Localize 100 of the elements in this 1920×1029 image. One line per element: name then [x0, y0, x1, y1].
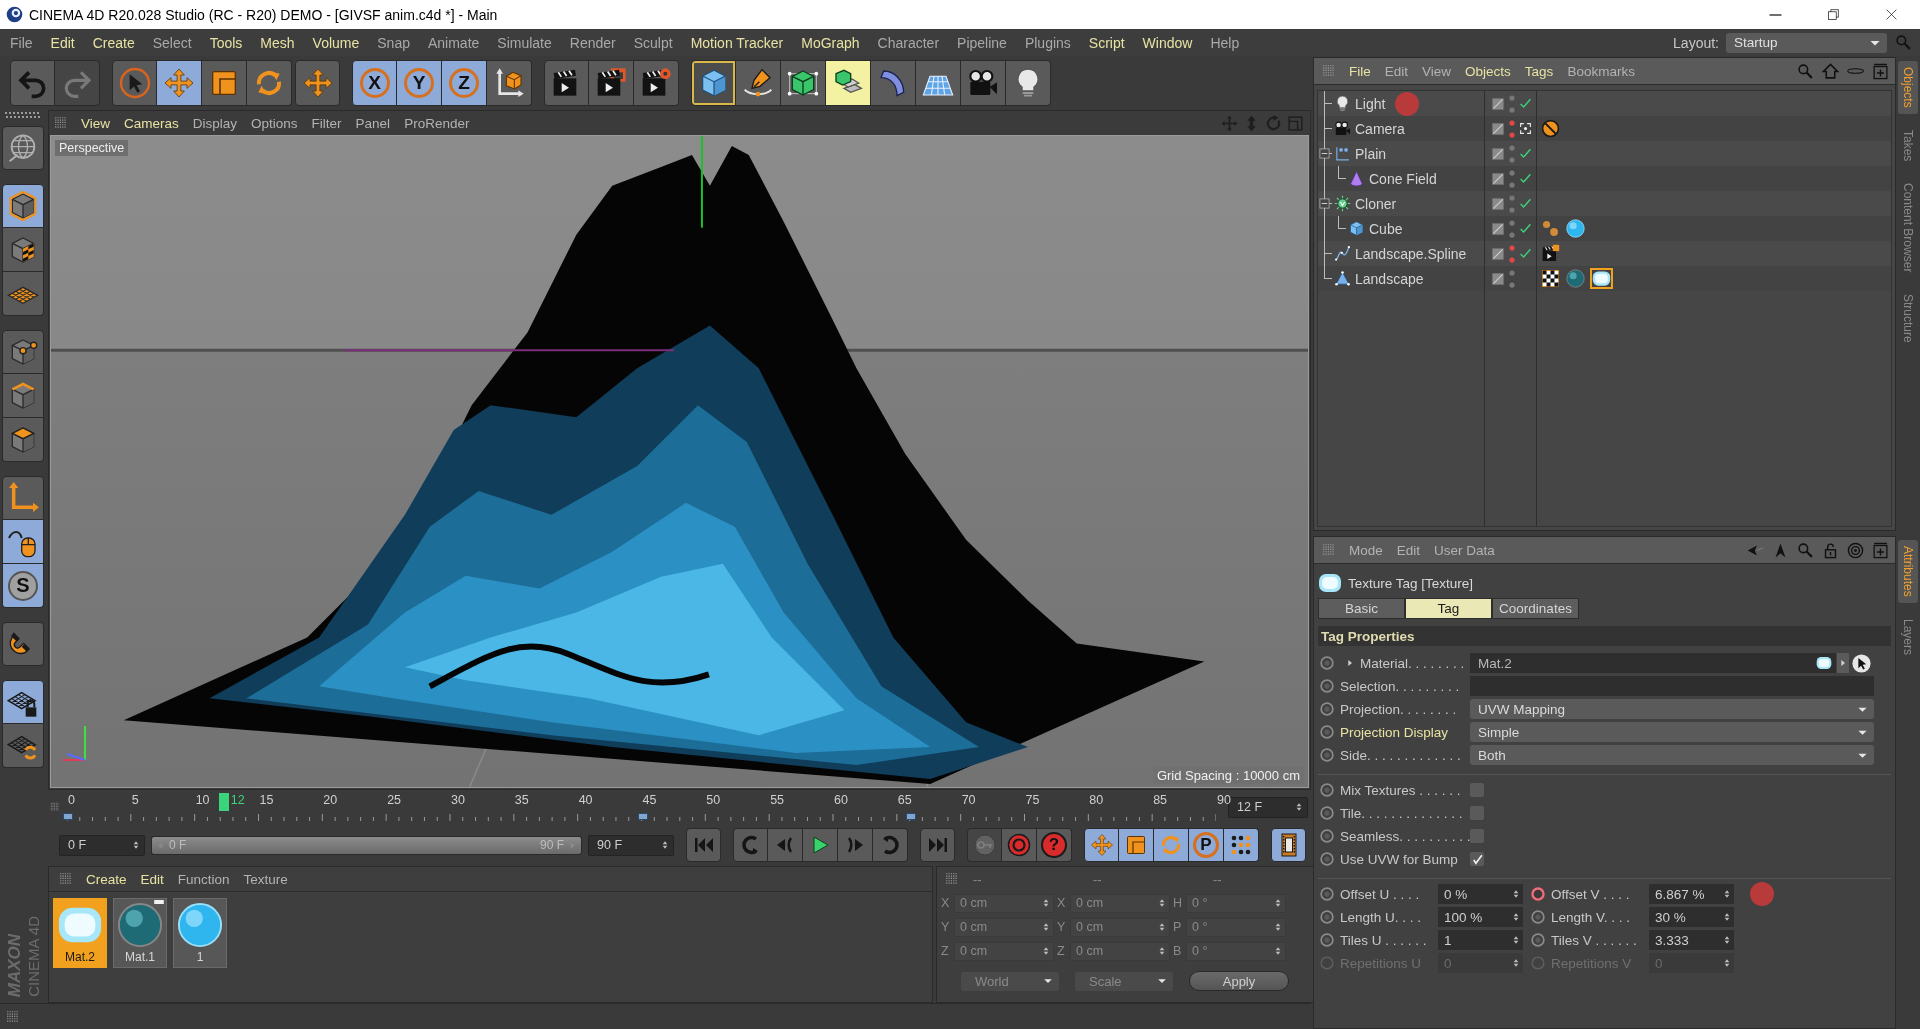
tool-button[interactable]: [691, 60, 736, 106]
oval-icon[interactable]: [1847, 68, 1864, 74]
menu-item[interactable]: Animate: [418, 34, 489, 51]
tool-button[interactable]: [1119, 828, 1154, 862]
add-panel-icon[interactable]: [1872, 541, 1889, 559]
menu-item[interactable]: Volume: [303, 34, 369, 51]
menu-item[interactable]: Render: [560, 34, 625, 51]
menu-item[interactable]: Pipeline: [948, 34, 1016, 51]
menu-item[interactable]: File: [1342, 63, 1378, 79]
material-link-field[interactable]: Mat.2: [1470, 653, 1836, 673]
menu-item[interactable]: Function: [170, 871, 237, 887]
menu-item[interactable]: Texture: [236, 871, 295, 887]
viewport-canvas[interactable]: Perspective Grid Spacing : 10000 cm: [50, 135, 1309, 788]
object-row[interactable]: Plain: [1318, 141, 1891, 166]
number-field[interactable]: 100 %: [1438, 907, 1523, 927]
slashed-square-icon[interactable]: [1491, 96, 1505, 111]
ring-icon[interactable]: [1320, 702, 1334, 716]
ring-icon[interactable]: [1531, 887, 1545, 901]
tool-button[interactable]: [1271, 828, 1306, 862]
menu-item[interactable]: Motion Tracker: [681, 34, 793, 51]
object-row[interactable]: Cloner: [1318, 191, 1891, 216]
tool-button[interactable]: [157, 60, 202, 106]
tool-button[interactable]: [2, 418, 44, 462]
number-field[interactable]: 0 %: [1438, 884, 1523, 904]
tool-button[interactable]: [2, 622, 44, 666]
focus-frame-icon[interactable]: [1519, 122, 1532, 135]
tool-button[interactable]: [1084, 828, 1119, 862]
slashed-square-icon[interactable]: [1491, 121, 1505, 136]
ring-icon[interactable]: [1320, 933, 1334, 947]
menu-item[interactable]: View: [1415, 63, 1459, 79]
menu-item[interactable]: Snap: [368, 34, 419, 51]
tool-button[interactable]: [2, 126, 44, 170]
menu-item[interactable]: Script: [1079, 34, 1134, 51]
slashed-square-icon[interactable]: [1491, 146, 1505, 161]
visibility-dots-icon[interactable]: [1509, 119, 1515, 138]
visibility-dots-icon[interactable]: [1509, 219, 1515, 238]
number-field[interactable]: 6.867 %: [1649, 884, 1734, 904]
menu-item[interactable]: Cameras: [117, 115, 186, 131]
check-icon[interactable]: [1519, 147, 1532, 160]
two-balls-icon[interactable]: [1541, 219, 1560, 238]
menu-item[interactable]: MoGraph: [792, 34, 869, 51]
material-tile[interactable]: Mat.1: [113, 898, 167, 968]
check-icon[interactable]: [1519, 197, 1532, 210]
object-name[interactable]: Plain: [1355, 145, 1387, 162]
visibility-dots-icon[interactable]: [1509, 94, 1515, 113]
check-icon[interactable]: [1519, 172, 1532, 185]
checkbox[interactable]: [1470, 852, 1484, 866]
ring-icon[interactable]: [1320, 725, 1334, 739]
menu-item[interactable]: File: [1, 34, 42, 51]
tool-button[interactable]: [736, 60, 781, 106]
menu-item[interactable]: Panel: [348, 115, 398, 131]
menu-item[interactable]: Simulate: [488, 34, 561, 51]
target-icon[interactable]: [1847, 541, 1864, 559]
number-field[interactable]: 30 %: [1649, 907, 1734, 927]
number-field[interactable]: 3.333: [1649, 930, 1734, 950]
tool-button[interactable]: [2, 724, 44, 768]
menu-item[interactable]: Help: [1201, 34, 1249, 51]
tool-button[interactable]: [781, 60, 826, 106]
sphere-icon[interactable]: [1566, 269, 1585, 288]
link-menu-button[interactable]: [1837, 653, 1849, 673]
tool-button[interactable]: [2, 476, 44, 520]
checkbox[interactable]: [1470, 783, 1484, 797]
tool-button[interactable]: [2, 228, 44, 272]
ring-icon[interactable]: [1320, 656, 1334, 670]
object-name[interactable]: Landscape: [1355, 270, 1424, 287]
minus-box-icon[interactable]: [1319, 148, 1330, 159]
tool-button[interactable]: [2, 374, 44, 418]
menu-item[interactable]: User Data: [1427, 542, 1502, 558]
tool-button[interactable]: [2, 520, 44, 564]
tool-button[interactable]: [1224, 828, 1259, 862]
ring-icon[interactable]: [1320, 679, 1334, 693]
tool-button[interactable]: [1154, 828, 1189, 862]
object-name[interactable]: Light: [1355, 95, 1386, 112]
visibility-dots-icon[interactable]: [1509, 144, 1515, 163]
menu-item[interactable]: Bookmarks: [1560, 63, 1642, 79]
menu-item[interactable]: Edit: [1389, 542, 1428, 558]
menu-item[interactable]: Tools: [200, 34, 252, 51]
tool-button[interactable]: [247, 60, 292, 106]
side-tab[interactable]: Attributes: [1898, 540, 1918, 603]
menu-item[interactable]: Create: [79, 871, 134, 887]
dropdown[interactable]: UVW Mapping: [1470, 699, 1874, 719]
tool-button[interactable]: [2, 272, 44, 316]
menu-item[interactable]: Display: [185, 115, 245, 131]
cursor-circle-icon[interactable]: [1852, 653, 1871, 673]
axis-lock-button[interactable]: Z: [442, 60, 487, 106]
ring-icon[interactable]: [1320, 783, 1334, 797]
start-frame-field[interactable]: 0 F: [59, 834, 145, 856]
ring-icon[interactable]: [1320, 910, 1334, 924]
ring-icon[interactable]: [1531, 933, 1545, 947]
menu-item[interactable]: Edit: [133, 871, 171, 887]
menu-item[interactable]: Character: [868, 34, 949, 51]
range-marker[interactable]: [637, 813, 648, 820]
clapperboard-icon[interactable]: [1541, 244, 1560, 263]
tab[interactable]: Coordinates: [1492, 598, 1579, 619]
slashed-square-icon[interactable]: [1491, 221, 1505, 236]
camera-label[interactable]: Perspective: [55, 140, 129, 156]
tool-button[interactable]: [634, 60, 679, 106]
object-name[interactable]: Cloner: [1355, 195, 1397, 212]
tool-button[interactable]: [202, 60, 247, 106]
parameter-button[interactable]: P: [1189, 828, 1224, 862]
